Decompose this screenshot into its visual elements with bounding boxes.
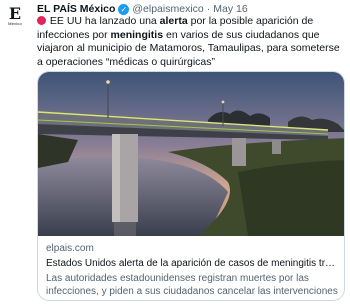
card-title[interactable]: Estados Unidos alerta de la aparición de… xyxy=(46,257,340,270)
tweet-text: EE UU ha lanzado una alerta por la posib… xyxy=(37,15,345,69)
card-description: Las autoridades estadounidenses registra… xyxy=(46,273,338,297)
separator-dot: · xyxy=(206,3,211,15)
card-image-bridge-photo xyxy=(38,72,344,236)
tweet-text-bold-alerta: alerta xyxy=(159,15,188,27)
card-body: elpais.com Estados Unidos alerta de la a… xyxy=(46,242,340,298)
tweet-text-bold-meningitis: meningitis xyxy=(110,28,164,41)
avatar-logo-letter: E xyxy=(8,4,22,23)
link-card[interactable]: elpais.com Estados Unidos alerta de la a… xyxy=(37,71,345,301)
tweet-text-part: EE UU ha lanzado una xyxy=(49,15,160,27)
author-name[interactable]: EL PAÍS México xyxy=(37,3,115,15)
avatar-logo-label: Mexico xyxy=(8,21,22,26)
verified-badge-icon: ✓ xyxy=(118,3,130,15)
red-circle-icon xyxy=(37,16,46,25)
tweet-header: EL PAÍS México ✓ @elpaismexico · May 16 xyxy=(37,2,346,16)
tweet-date[interactable]: May 16 xyxy=(213,3,247,15)
card-domain: elpais.com xyxy=(46,243,94,254)
author-handle[interactable]: @elpaismexico xyxy=(132,3,203,15)
avatar[interactable]: E Mexico xyxy=(4,6,26,28)
